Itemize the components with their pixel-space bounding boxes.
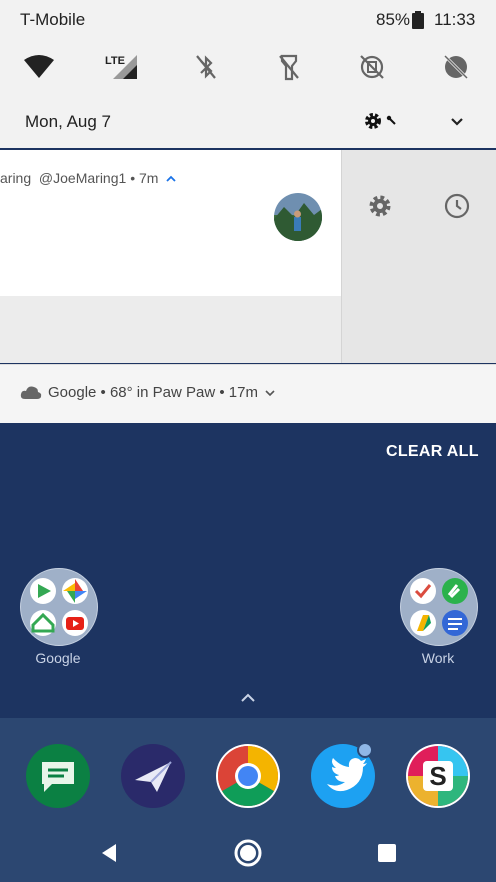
carrier-label: T-Mobile	[20, 10, 86, 29]
folder-google-icons	[30, 578, 88, 636]
gear-icon	[369, 195, 391, 217]
recents-icon[interactable]	[377, 843, 397, 863]
home-icon[interactable]	[233, 838, 263, 868]
wifi-toggle[interactable]	[22, 50, 56, 84]
clock: 11:33	[434, 10, 476, 29]
settings-button[interactable]	[362, 110, 398, 134]
chat-bubble-icon	[42, 762, 74, 792]
location-toggle[interactable]	[439, 50, 473, 84]
slack-icon: S	[408, 746, 468, 806]
paper-plane-icon	[135, 761, 172, 792]
folder-google[interactable]	[20, 568, 98, 646]
mobile-data-toggle[interactable]: LTE	[104, 50, 140, 84]
clear-all-button[interactable]: CLEAR ALL	[386, 443, 479, 461]
messages-app-icon[interactable]	[26, 744, 90, 808]
gear-wrench-icon	[365, 113, 396, 129]
weather-text: Google • 68° in Paw Paw • 17m	[48, 384, 275, 401]
slack-app-icon[interactable]: S	[406, 744, 470, 808]
date-label: Mon, Aug 7	[25, 112, 112, 131]
notification-header: aring @JoeMaring1 • 7m	[0, 170, 176, 186]
notification-card-footer	[0, 296, 341, 363]
cloud-icon	[20, 386, 42, 399]
notification-app-name: aring	[0, 170, 32, 186]
folder-work-icons	[410, 578, 468, 636]
notification-time: • 7m	[130, 170, 159, 186]
lte-label: LTE	[105, 55, 125, 67]
notification-dot-icon	[357, 742, 373, 758]
chevron-down-icon	[451, 118, 463, 126]
chevron-up-icon[interactable]	[238, 690, 258, 706]
auto-rotate-toggle[interactable]	[355, 50, 389, 84]
chevron-down-icon[interactable]	[265, 389, 275, 397]
clock-icon	[444, 193, 470, 219]
cellular-signal-icon: LTE	[105, 55, 137, 79]
weather-summary: Google • 68° in Paw Paw • 17m	[48, 384, 258, 401]
chrome-icon	[217, 746, 279, 807]
battery-percent: 85%	[376, 10, 411, 29]
notification-settings-button[interactable]	[366, 192, 394, 220]
chevron-up-icon[interactable]	[166, 175, 176, 183]
bluetooth-toggle[interactable]	[189, 50, 223, 84]
flashlight-toggle[interactable]	[272, 50, 306, 84]
svg-text:S: S	[429, 761, 446, 791]
folder-google-label: Google	[35, 650, 81, 666]
battery-icon	[412, 11, 424, 29]
twitter-app-icon[interactable]	[311, 742, 375, 808]
newton-mail-app-icon[interactable]	[121, 744, 185, 808]
notification-handle: @JoeMaring1	[38, 170, 127, 186]
folder-work-label: Work	[421, 650, 455, 666]
wifi-icon	[24, 55, 54, 78]
avatar	[274, 193, 322, 241]
rotate-off-icon	[360, 55, 384, 79]
divider	[341, 150, 342, 363]
flashlight-off-icon	[279, 54, 299, 81]
chrome-app-icon[interactable]	[216, 744, 280, 808]
expand-quick-settings-button[interactable]	[445, 110, 469, 134]
back-icon[interactable]	[98, 842, 120, 864]
location-off-icon	[443, 54, 469, 80]
bluetooth-off-icon	[196, 55, 216, 79]
folder-work[interactable]	[400, 568, 478, 646]
snooze-button[interactable]	[443, 192, 471, 220]
